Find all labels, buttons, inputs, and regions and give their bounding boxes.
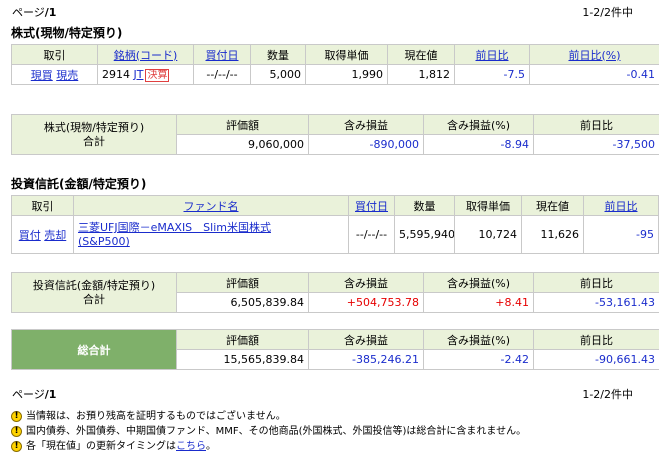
note-text: 各「現在値」の更新タイミングは bbox=[26, 441, 176, 452]
grand-total-table: 総合計 評価額 含み損益 含み損益(%) 前日比 15,565,839.84 -… bbox=[11, 329, 659, 370]
note-text: 当情報は、お預り残高を証明するものではございません。 bbox=[26, 411, 286, 422]
update-timing-link[interactable]: こちら bbox=[176, 439, 206, 454]
note-text: 国内債券、外国債券、中期国債ファンド、MMF、その他商品(外国株式、外国投信等)… bbox=[26, 426, 527, 437]
fund-sum-pl-pct: +8.41 bbox=[423, 292, 534, 313]
stock-change-pct: -0.41 bbox=[529, 64, 659, 85]
col-buy-date-sort[interactable]: 買付日 bbox=[206, 49, 239, 62]
note-item: ! 各「現在値」の更新タイミングは こちら。 bbox=[11, 439, 526, 454]
fund-summary-table: 投資信託(金額/特定預り) 合計 評価額 含み損益 含み損益(%) 前日比 6,… bbox=[11, 272, 659, 313]
sum-head-change: 前日比 bbox=[533, 114, 659, 135]
stock-price: 1,812 bbox=[387, 64, 455, 85]
pager-top: ページ/1 1-2/2件中 bbox=[0, 2, 659, 19]
stock-sum-pl-pct: -8.94 bbox=[423, 134, 534, 155]
col-trade: 取引 bbox=[11, 195, 74, 216]
total-head-pl-pct: 含み損益(%) bbox=[423, 329, 534, 350]
sum-head-value: 評価額 bbox=[176, 114, 309, 135]
col-price: 現在値 bbox=[387, 44, 455, 65]
note-item: ! 国内債券、外国債券、中期国債ファンド、MMF、その他商品(外国株式、外国投信… bbox=[11, 424, 526, 439]
note-item: ! 当情報は、お預り残高を証明するものではございません。 bbox=[11, 409, 526, 424]
stock-sum-change: -37,500 bbox=[533, 134, 659, 155]
table-row: 買付 売却 三菱UFJ国際－eMAXIS Slim米国株式 (S&P500) -… bbox=[11, 215, 659, 254]
stock-summary-table: 株式(現物/特定預り) 合計 評価額 含み損益 含み損益(%) 前日比 9,06… bbox=[11, 114, 659, 155]
fund-change: -95 bbox=[583, 215, 659, 254]
pager-page: ページ/1 bbox=[12, 6, 57, 19]
col-change-pct-sort[interactable]: 前日比(%) bbox=[568, 49, 620, 62]
col-fund-name-sort[interactable]: ファンド名 bbox=[184, 200, 239, 213]
warning-icon: ! bbox=[11, 426, 22, 437]
fund-table: 取引 ファンド名 買付日 数量 取得単価 現在値 前日比 買付 売却 三菱UFJ… bbox=[11, 195, 659, 254]
stock-buy-link[interactable]: 現買 bbox=[31, 69, 53, 82]
stock-table: 取引 銘柄(コード) 買付日 数量 取得単価 現在値 前日比 前日比(%) 現買… bbox=[11, 44, 659, 85]
stock-qty: 5,000 bbox=[250, 64, 306, 85]
fund-section-title: 投資信託(金額/特定預り) bbox=[11, 177, 147, 191]
pager-bottom: ページ/1 1-2/2件中 bbox=[0, 384, 659, 401]
pager-count: 1-2/2件中 bbox=[582, 6, 633, 19]
notes: ! 当情報は、お預り残高を証明するものではございません。 ! 国内債券、外国債券… bbox=[11, 409, 526, 454]
sum-head-change: 前日比 bbox=[533, 272, 659, 293]
stock-sum-value: 9,060,000 bbox=[176, 134, 309, 155]
col-trade: 取引 bbox=[11, 44, 98, 65]
fund-price: 11,626 bbox=[521, 215, 584, 254]
stock-name-link[interactable]: JT bbox=[134, 68, 144, 81]
total-head-pl: 含み損益 bbox=[308, 329, 424, 350]
total-pl-pct: -2.42 bbox=[423, 349, 534, 370]
col-qty: 数量 bbox=[394, 195, 455, 216]
stock-code: 2914 bbox=[102, 67, 130, 81]
stock-change: -7.5 bbox=[454, 64, 530, 85]
fund-qty: 5,595,940 bbox=[394, 215, 455, 254]
stock-buy-date: --/--/-- bbox=[193, 64, 251, 85]
fund-summary-label: 投資信託(金額/特定預り) 合計 bbox=[11, 272, 177, 313]
fund-sum-pl: +504,753.78 bbox=[308, 292, 424, 313]
total-pl: -385,246.21 bbox=[308, 349, 424, 370]
fund-header-row: 取引 ファンド名 買付日 数量 取得単価 現在値 前日比 bbox=[11, 195, 659, 216]
fund-sum-value: 6,505,839.84 bbox=[176, 292, 309, 313]
pager-count: 1-2/2件中 bbox=[582, 388, 633, 401]
total-value: 15,565,839.84 bbox=[176, 349, 309, 370]
earnings-badge[interactable]: 決算 bbox=[145, 68, 170, 82]
sum-head-pl-pct: 含み損益(%) bbox=[423, 272, 534, 293]
sum-head-value: 評価額 bbox=[176, 272, 309, 293]
grand-total-label: 総合計 bbox=[11, 329, 177, 370]
col-cost: 取得単価 bbox=[454, 195, 522, 216]
stock-cost: 1,990 bbox=[305, 64, 388, 85]
total-head-value: 評価額 bbox=[176, 329, 309, 350]
warning-icon: ! bbox=[11, 441, 22, 452]
stock-sum-pl: -890,000 bbox=[308, 134, 424, 155]
table-row: 現買 現売 2914 JT 決算 --/--/-- 5,000 1,990 1,8… bbox=[11, 64, 659, 85]
fund-cost: 10,724 bbox=[454, 215, 522, 254]
col-cost: 取得単価 bbox=[305, 44, 388, 65]
col-price: 現在値 bbox=[521, 195, 584, 216]
total-head-change: 前日比 bbox=[533, 329, 659, 350]
sum-head-pl: 含み損益 bbox=[308, 114, 424, 135]
col-change-sort[interactable]: 前日比 bbox=[605, 200, 638, 213]
stock-summary-label: 株式(現物/特定預り) 合計 bbox=[11, 114, 177, 155]
stock-sell-link[interactable]: 現売 bbox=[56, 69, 78, 82]
fund-name-link[interactable]: 三菱UFJ国際－eMAXIS Slim米国株式 bbox=[78, 221, 271, 234]
pager-page: ページ/1 bbox=[12, 388, 57, 401]
col-qty: 数量 bbox=[250, 44, 306, 65]
stock-header-row: 取引 銘柄(コード) 買付日 数量 取得単価 現在値 前日比 前日比(%) bbox=[11, 44, 659, 65]
stock-section-title: 株式(現物/特定預り) bbox=[11, 26, 123, 40]
sum-head-pl-pct: 含み損益(%) bbox=[423, 114, 534, 135]
col-issue-sort[interactable]: 銘柄(コード) bbox=[114, 49, 178, 62]
fund-sum-change: -53,161.43 bbox=[533, 292, 659, 313]
fund-buy-link[interactable]: 買付 bbox=[19, 229, 41, 242]
col-buy-date-sort[interactable]: 買付日 bbox=[355, 200, 388, 213]
fund-buy-date: --/--/-- bbox=[348, 215, 395, 254]
col-change-sort[interactable]: 前日比 bbox=[476, 49, 509, 62]
total-change: -90,661.43 bbox=[533, 349, 659, 370]
sum-head-pl: 含み損益 bbox=[308, 272, 424, 293]
fund-sell-link[interactable]: 売却 bbox=[44, 229, 66, 242]
fund-name-link-2[interactable]: (S&P500) bbox=[78, 235, 130, 248]
warning-icon: ! bbox=[11, 411, 22, 422]
